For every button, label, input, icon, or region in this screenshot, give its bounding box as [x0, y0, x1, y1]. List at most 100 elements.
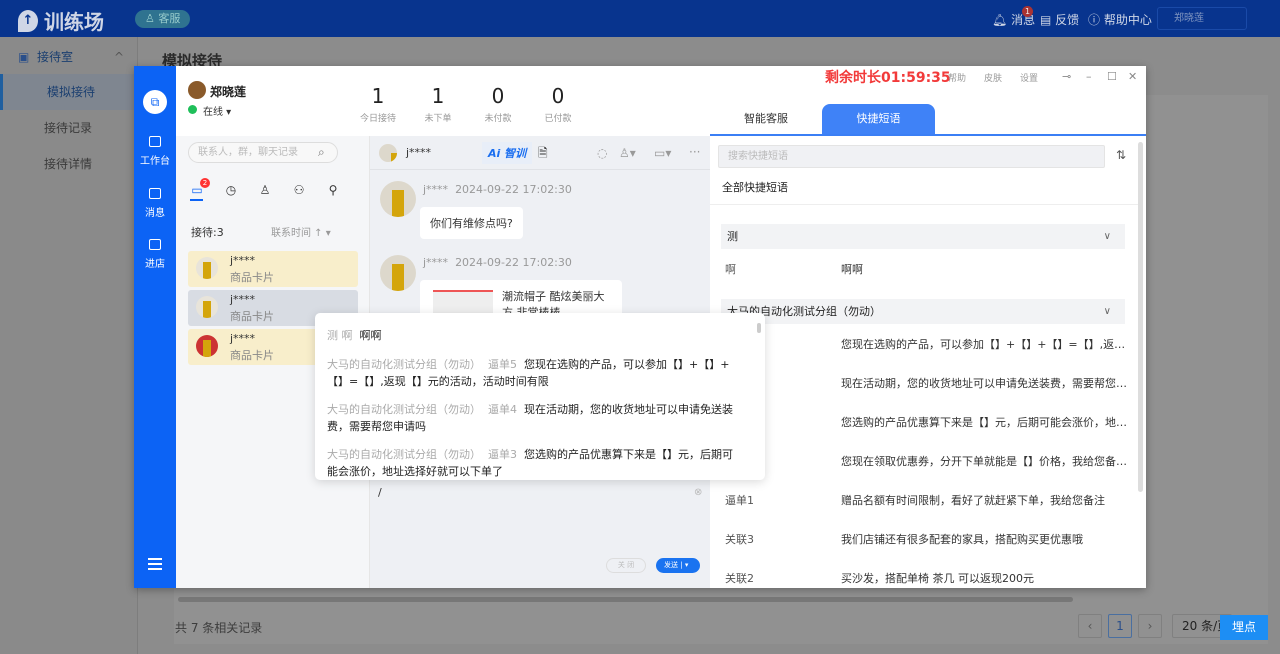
person-icon[interactable]: ♙	[258, 183, 272, 197]
role-label: 客服	[158, 12, 181, 25]
sidebar-group-label: 接待室	[36, 50, 73, 64]
chevron-down-icon: ∨	[1103, 231, 1111, 242]
maidian-button[interactable]: 埋点	[1220, 615, 1268, 640]
horizontal-scrollbar[interactable]	[178, 597, 1073, 602]
message-meta: j**** 2024-09-22 17:02:30	[423, 183, 572, 196]
quick-phrase-search-input[interactable]: 搜索快捷短语	[718, 145, 1105, 168]
rail-item-store[interactable]: 进店	[134, 239, 176, 270]
rail-item-workbench[interactable]: 工作台	[134, 136, 176, 167]
sidebar-item-records[interactable]: 接待记录	[0, 110, 138, 146]
contact-name: j****	[230, 332, 256, 345]
close-button[interactable]: 关 闭	[606, 558, 646, 573]
page-button[interactable]: 1	[1108, 614, 1132, 638]
vertical-scrollbar[interactable]	[1138, 142, 1143, 492]
stat-no-order: 1 未下单	[408, 84, 468, 124]
pin-icon[interactable]: ⊸	[1062, 70, 1071, 83]
sort-select[interactable]: 联系时间 ↑ ▾	[271, 224, 331, 239]
menu-icon[interactable]	[148, 558, 162, 573]
contact-search-input[interactable]: 联系人，群，聊天记录	[188, 142, 338, 163]
record-count: 共 7 条相关记录	[175, 621, 263, 635]
group-name: 测	[727, 230, 738, 243]
more-icon[interactable]: ···	[689, 145, 700, 159]
close-icon[interactable]: ✕	[1128, 70, 1137, 83]
settings-link[interactable]: 设置	[1020, 71, 1038, 84]
help-link[interactable]: 帮助	[948, 71, 966, 84]
sidebar-item-simulate[interactable]: 模拟接待	[0, 74, 138, 110]
search-icon[interactable]: ⌕	[318, 145, 325, 160]
stat-label: 未付款	[484, 114, 512, 124]
feedback-icon: ▤	[1040, 13, 1052, 27]
role-badge: ♙ 客服	[135, 10, 191, 28]
sidebar-group-reception[interactable]: ▣ 接待室 ^	[0, 39, 138, 75]
contact-name: j****	[230, 293, 256, 306]
all-phrases-label: 全部快捷短语	[722, 181, 788, 194]
phrase-row[interactable]: 现在活动期，您的收货地址可以申请免送装费，需要帮您申请吗	[725, 375, 1135, 391]
user-menu[interactable]: 郑晓莲	[1157, 7, 1247, 30]
status-select[interactable]: 在线 ▾	[203, 103, 231, 118]
help-center-link[interactable]: ⓘ 帮助中心	[1088, 11, 1152, 28]
quick-phrase-suggestions: 测 啊 啊啊 大马的自动化测试分组（勿动） 逼单5 您现在选购的产品，可以参加【…	[315, 313, 765, 480]
skin-link[interactable]: 皮肤	[984, 71, 1002, 84]
chat-bubble-icon[interactable]: ⧉	[143, 90, 167, 114]
chat-icon: ▣	[18, 50, 30, 64]
feedback-link[interactable]: ▤ 反馈	[1040, 11, 1079, 28]
suggestion-group: 大马的自动化测试分组（勿动）	[327, 358, 481, 371]
suggestion-item[interactable]: 大马的自动化测试分组（勿动） 逼单3 您选购的产品优惠算下来是【】元，后期可能会…	[327, 446, 737, 480]
suggestion-item[interactable]: 测 啊 啊啊	[327, 327, 737, 344]
popup-scrollbar[interactable]	[757, 323, 761, 333]
phrase-text: 您现在选购的产品，可以参加【】+【】+【】=【】,返现【】元的活动，活动时间有限	[841, 338, 1135, 351]
phrase-row[interactable]: 您现在领取优惠券，分开下单就能是【】价格，我给您备注赠品	[725, 453, 1135, 469]
suggestion-text: 啊啊	[359, 329, 382, 342]
help-center-label: 帮助中心	[1103, 13, 1152, 27]
workbench-icon	[149, 136, 161, 147]
store-icon	[149, 239, 161, 250]
logo-icon: ↑	[18, 9, 38, 32]
clear-icon[interactable]: ⊗	[694, 487, 702, 498]
transfer-user-icon[interactable]: ♙▾	[619, 146, 636, 160]
clock-icon[interactable]: ◷	[224, 183, 238, 197]
unread-badge: 2	[200, 178, 210, 188]
sender: j****	[423, 183, 449, 196]
logo[interactable]: ↑ 训练场	[18, 6, 104, 35]
timestamp: 2024-09-22 17:02:30	[455, 183, 572, 196]
suggestion-item[interactable]: 大马的自动化测试分组（勿动） 逼单5 您现在选购的产品，可以参加【】+【】+【】…	[327, 356, 737, 390]
suggestion-key: 逼单5	[488, 358, 517, 371]
phrase-group[interactable]: 大马的自动化测试分组（勿动） ∨	[721, 299, 1125, 324]
sidebar-item-details[interactable]: 接待详情	[0, 146, 138, 182]
phrase-row[interactable]: 您选购的产品优惠算下来是【】元，后期可能会涨价，地址选择好就可以下单了	[725, 414, 1135, 430]
status-label: 在线	[203, 107, 223, 118]
suggestion-item[interactable]: 大马的自动化测试分组（勿动） 逼单4 现在活动期，您的收货地址可以申请免送装费，…	[327, 401, 737, 435]
chevron-down-icon: ∨	[1103, 306, 1111, 317]
phrase-row[interactable]: 逼单1 赠品名额有时间限制，看好了就赶紧下单，我给您备注	[725, 492, 1125, 508]
message-input[interactable]: /	[378, 486, 382, 499]
top-nav-bar: ↑ 训练场 ♙ 客服 🔔︎ 消息 1 ▤ 反馈 ⓘ 帮助中心 郑晓莲	[0, 0, 1280, 37]
phrase-key: 啊	[725, 263, 736, 276]
org-chart-icon[interactable]: ⚲	[326, 183, 340, 197]
phrase-row[interactable]: 关联2 买沙发，搭配单椅 茶几 可以返现200元	[725, 570, 1125, 586]
chat-header: j**** Ai 智训 🗎︎ ◌ ♙▾ ▭▾ ···	[370, 136, 710, 170]
phrase-group[interactable]: 测 ∨	[721, 224, 1125, 249]
prev-page-button[interactable]: ‹	[1078, 614, 1102, 638]
maximize-icon[interactable]: ☐	[1107, 70, 1117, 83]
rail-label: 进店	[145, 259, 165, 270]
stat-label: 未下单	[424, 114, 452, 124]
divider	[710, 204, 1138, 205]
phrase-row[interactable]: 您现在选购的产品，可以参加【】+【】+【】=【】,返现【】元的活动，活动时间有限	[725, 336, 1135, 352]
send-button[interactable]: 发送 | ▾	[656, 558, 700, 573]
rail-item-messages[interactable]: 消息	[134, 188, 176, 219]
video-icon[interactable]: ▭▾	[654, 146, 671, 160]
minimize-icon[interactable]: –	[1086, 70, 1092, 83]
sort-icon[interactable]: ⇅	[1116, 148, 1126, 162]
document-icon[interactable]: 🗎︎	[538, 144, 548, 165]
contact-item[interactable]: j**** 商品卡片	[188, 251, 358, 287]
tab-quick-phrases[interactable]: 快捷短语	[822, 104, 935, 134]
tab-smart-service[interactable]: 智能客服	[710, 104, 822, 134]
next-page-button[interactable]: ›	[1138, 614, 1162, 638]
ai-training-button[interactable]: Ai 智训	[482, 142, 533, 164]
chat-title: j****	[406, 146, 432, 159]
group-icon[interactable]: ⚇	[292, 183, 306, 197]
phrase-row[interactable]: 啊啊啊	[725, 261, 1125, 277]
emoji-icon[interactable]: ◌	[597, 146, 607, 160]
phrase-key: 关联2	[725, 572, 754, 585]
phrase-row[interactable]: 关联3 我们店铺还有很多配套的家具，搭配购买更优惠哦	[725, 531, 1125, 547]
